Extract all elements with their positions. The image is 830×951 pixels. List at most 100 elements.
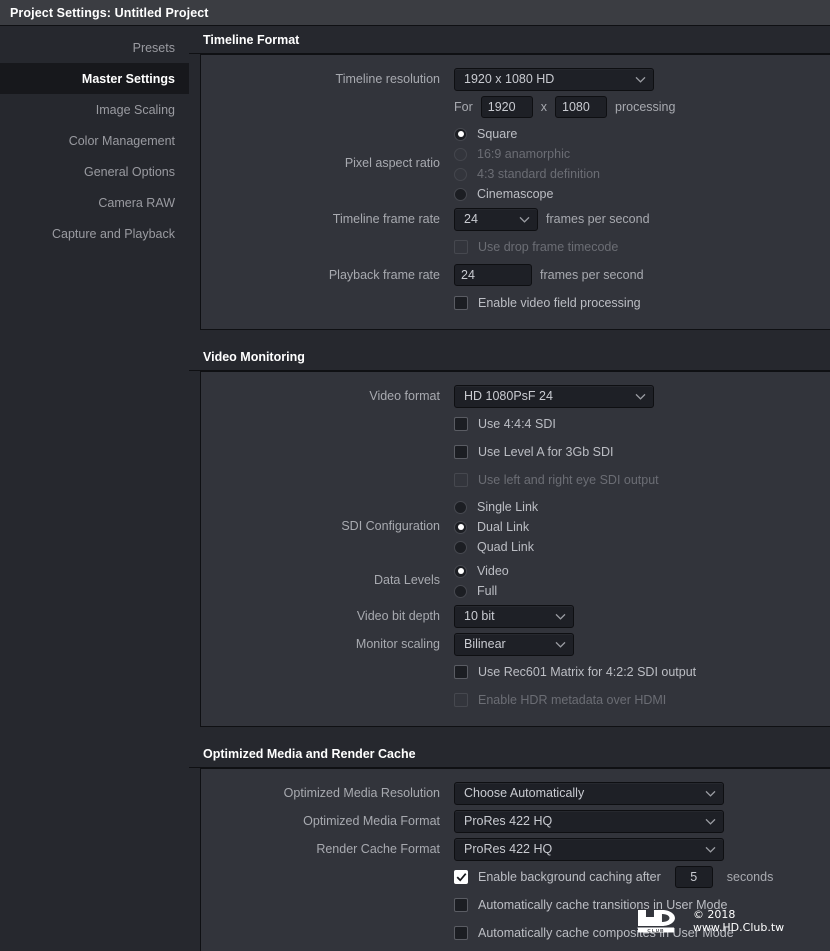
timeline-frame-rate-select[interactable]: 24 [454, 208, 538, 231]
sidebar-item-capture-and-playback[interactable]: Capture and Playback [0, 218, 189, 249]
row-render-cache-format: Render Cache Format ProRes 422 HQ [201, 835, 830, 863]
row-auto-cache-composites: Automatically cache composites in User M… [201, 919, 830, 947]
checkbox-use-left-and-right-eye-sdi-output: Use left and right eye SDI output [454, 468, 659, 492]
row-timeline-frame-rate: Timeline frame rate 24 frames per second [201, 205, 830, 233]
chevron-down-icon [705, 846, 716, 853]
radio-label: Video [477, 564, 509, 578]
section-gap [189, 330, 830, 343]
checkbox-auto-cache-composites[interactable]: Automatically cache composites in User M… [454, 921, 734, 945]
checkbox-auto-cache-transitions[interactable]: Automatically cache transitions in User … [454, 893, 727, 917]
sidebar-item-camera-raw[interactable]: Camera RAW [0, 187, 189, 218]
row-processing-resolution: For 1920 x 1080 processing [201, 93, 830, 121]
row-pixel-aspect-ratio: Pixel aspect ratio Square 16:9 anamorphi… [201, 121, 830, 205]
radio-label: 4:3 standard definition [477, 167, 600, 181]
sidebar-item-image-scaling[interactable]: Image Scaling [0, 94, 189, 125]
sidebar-item-label: Color Management [69, 134, 175, 148]
optimized-media-resolution-value: Choose Automatically [464, 786, 584, 800]
radio-sdi-dual-link[interactable]: Dual Link [454, 517, 529, 537]
radio-icon [454, 541, 467, 554]
sidebar-item-general-options[interactable]: General Options [0, 156, 189, 187]
render-cache-format-value: ProRes 422 HQ [464, 842, 552, 856]
processing-width-input[interactable]: 1920 [481, 96, 533, 118]
radio-label: Full [477, 584, 497, 598]
radio-sdi-single-link[interactable]: Single Link [454, 497, 538, 517]
row-playback-frame-rate: Playback frame rate 24 frames per second [201, 261, 830, 289]
checkbox-enable-video-field-processing[interactable]: Enable video field processing [454, 291, 641, 315]
row-hdr-metadata: Enable HDR metadata over HDMI [201, 686, 830, 714]
monitor-scaling-select[interactable]: Bilinear [454, 633, 574, 656]
timeline-resolution-value: 1920 x 1080 HD [464, 72, 554, 86]
section-title: Optimized Media and Render Cache [203, 747, 416, 761]
radio-icon [454, 128, 467, 141]
radio-icon [454, 168, 467, 181]
checkbox-icon [454, 445, 468, 459]
optimized-media-format-select[interactable]: ProRes 422 HQ [454, 810, 724, 833]
video-format-label: Video format [201, 389, 454, 403]
checkbox-label: Automatically cache transitions in User … [478, 898, 727, 912]
row-use-level-a: Use Level A for 3Gb SDI [201, 438, 830, 466]
radio-icon [454, 565, 467, 578]
checkbox-use-level-a-for-3gb-sdi[interactable]: Use Level A for 3Gb SDI [454, 440, 614, 464]
checkbox-icon [454, 898, 468, 912]
video-format-select[interactable]: HD 1080PsF 24 [454, 385, 654, 408]
checkbox-label: Use Rec601 Matrix for 4:2:2 SDI output [478, 665, 696, 679]
sidebar-item-label: General Options [84, 165, 175, 179]
radio-pixel-aspect-cinemascope[interactable]: Cinemascope [454, 184, 553, 204]
pixel-aspect-ratio-label: Pixel aspect ratio [201, 156, 454, 170]
checkbox-label: Use drop frame timecode [478, 240, 618, 254]
render-cache-format-select[interactable]: ProRes 422 HQ [454, 838, 724, 861]
row-optimized-media-format: Optimized Media Format ProRes 422 HQ [201, 807, 830, 835]
row-drop-frame-timecode: Use drop frame timecode [201, 233, 830, 261]
radio-label: Square [477, 127, 517, 141]
sidebar-item-label: Image Scaling [96, 103, 175, 117]
optimized-media-format-value: ProRes 422 HQ [464, 814, 552, 828]
processing-label: processing [615, 100, 675, 114]
checkbox-icon [454, 296, 468, 310]
chevron-down-icon [555, 641, 566, 648]
sidebar-item-label: Capture and Playback [52, 227, 175, 241]
section-title: Video Monitoring [203, 350, 305, 364]
chevron-down-icon [635, 76, 646, 83]
sidebar-item-master-settings[interactable]: Master Settings [0, 63, 189, 94]
checkbox-enable-background-caching[interactable]: Enable background caching after [454, 865, 661, 889]
radio-pixel-aspect-square[interactable]: Square [454, 124, 517, 144]
checkbox-use-drop-frame-timecode: Use drop frame timecode [454, 235, 618, 259]
radio-pixel-aspect-anamorphic: 16:9 anamorphic [454, 144, 570, 164]
sidebar-item-color-management[interactable]: Color Management [0, 125, 189, 156]
sidebar-item-label: Master Settings [82, 72, 175, 86]
sidebar-item-label: Camera RAW [98, 196, 175, 210]
optimized-media-resolution-select[interactable]: Choose Automatically [454, 782, 724, 805]
row-background-caching: Enable background caching after 5 second… [201, 863, 830, 891]
checkbox-icon [454, 665, 468, 679]
playback-frame-rate-label: Playback frame rate [201, 268, 454, 282]
playback-frame-rate-input[interactable]: 24 [454, 264, 532, 286]
sidebar-item-presets[interactable]: Presets [0, 32, 189, 63]
radio-data-levels-full[interactable]: Full [454, 581, 497, 601]
row-rec601-matrix: Use Rec601 Matrix for 4:2:2 SDI output [201, 658, 830, 686]
settings-content: Timeline Format Timeline resolution 1920… [189, 26, 830, 951]
radio-label: Quad Link [477, 540, 534, 554]
titlebar: Project Settings: Untitled Project [0, 0, 830, 26]
checkbox-use-rec601-matrix[interactable]: Use Rec601 Matrix for 4:2:2 SDI output [454, 660, 696, 684]
row-use-444-sdi: Use 4:4:4 SDI [201, 410, 830, 438]
checkbox-label: Enable video field processing [478, 296, 641, 310]
checkbox-icon [454, 473, 468, 487]
radio-label: Dual Link [477, 520, 529, 534]
section-title: Timeline Format [203, 33, 299, 47]
row-video-format: Video format HD 1080PsF 24 [201, 382, 830, 410]
processing-height-input[interactable]: 1080 [555, 96, 607, 118]
background-caching-seconds-input[interactable]: 5 [675, 866, 713, 888]
playback-frame-rate-value: 24 [461, 268, 475, 282]
radio-data-levels-video[interactable]: Video [454, 561, 509, 581]
checkbox-label: Use left and right eye SDI output [478, 473, 659, 487]
radio-sdi-quad-link[interactable]: Quad Link [454, 537, 534, 557]
checkbox-use-444-sdi[interactable]: Use 4:4:4 SDI [454, 412, 556, 436]
checkbox-label: Automatically cache composites in User M… [478, 926, 734, 940]
times-label: x [541, 100, 547, 114]
sidebar-item-label: Presets [133, 41, 175, 55]
timeline-resolution-select[interactable]: 1920 x 1080 HD [454, 68, 654, 91]
row-sdi-configuration: SDI Configuration Single Link Dual Link [201, 494, 830, 558]
radio-label: 16:9 anamorphic [477, 147, 570, 161]
video-bit-depth-select[interactable]: 10 bit [454, 605, 574, 628]
render-cache-format-label: Render Cache Format [201, 842, 454, 856]
